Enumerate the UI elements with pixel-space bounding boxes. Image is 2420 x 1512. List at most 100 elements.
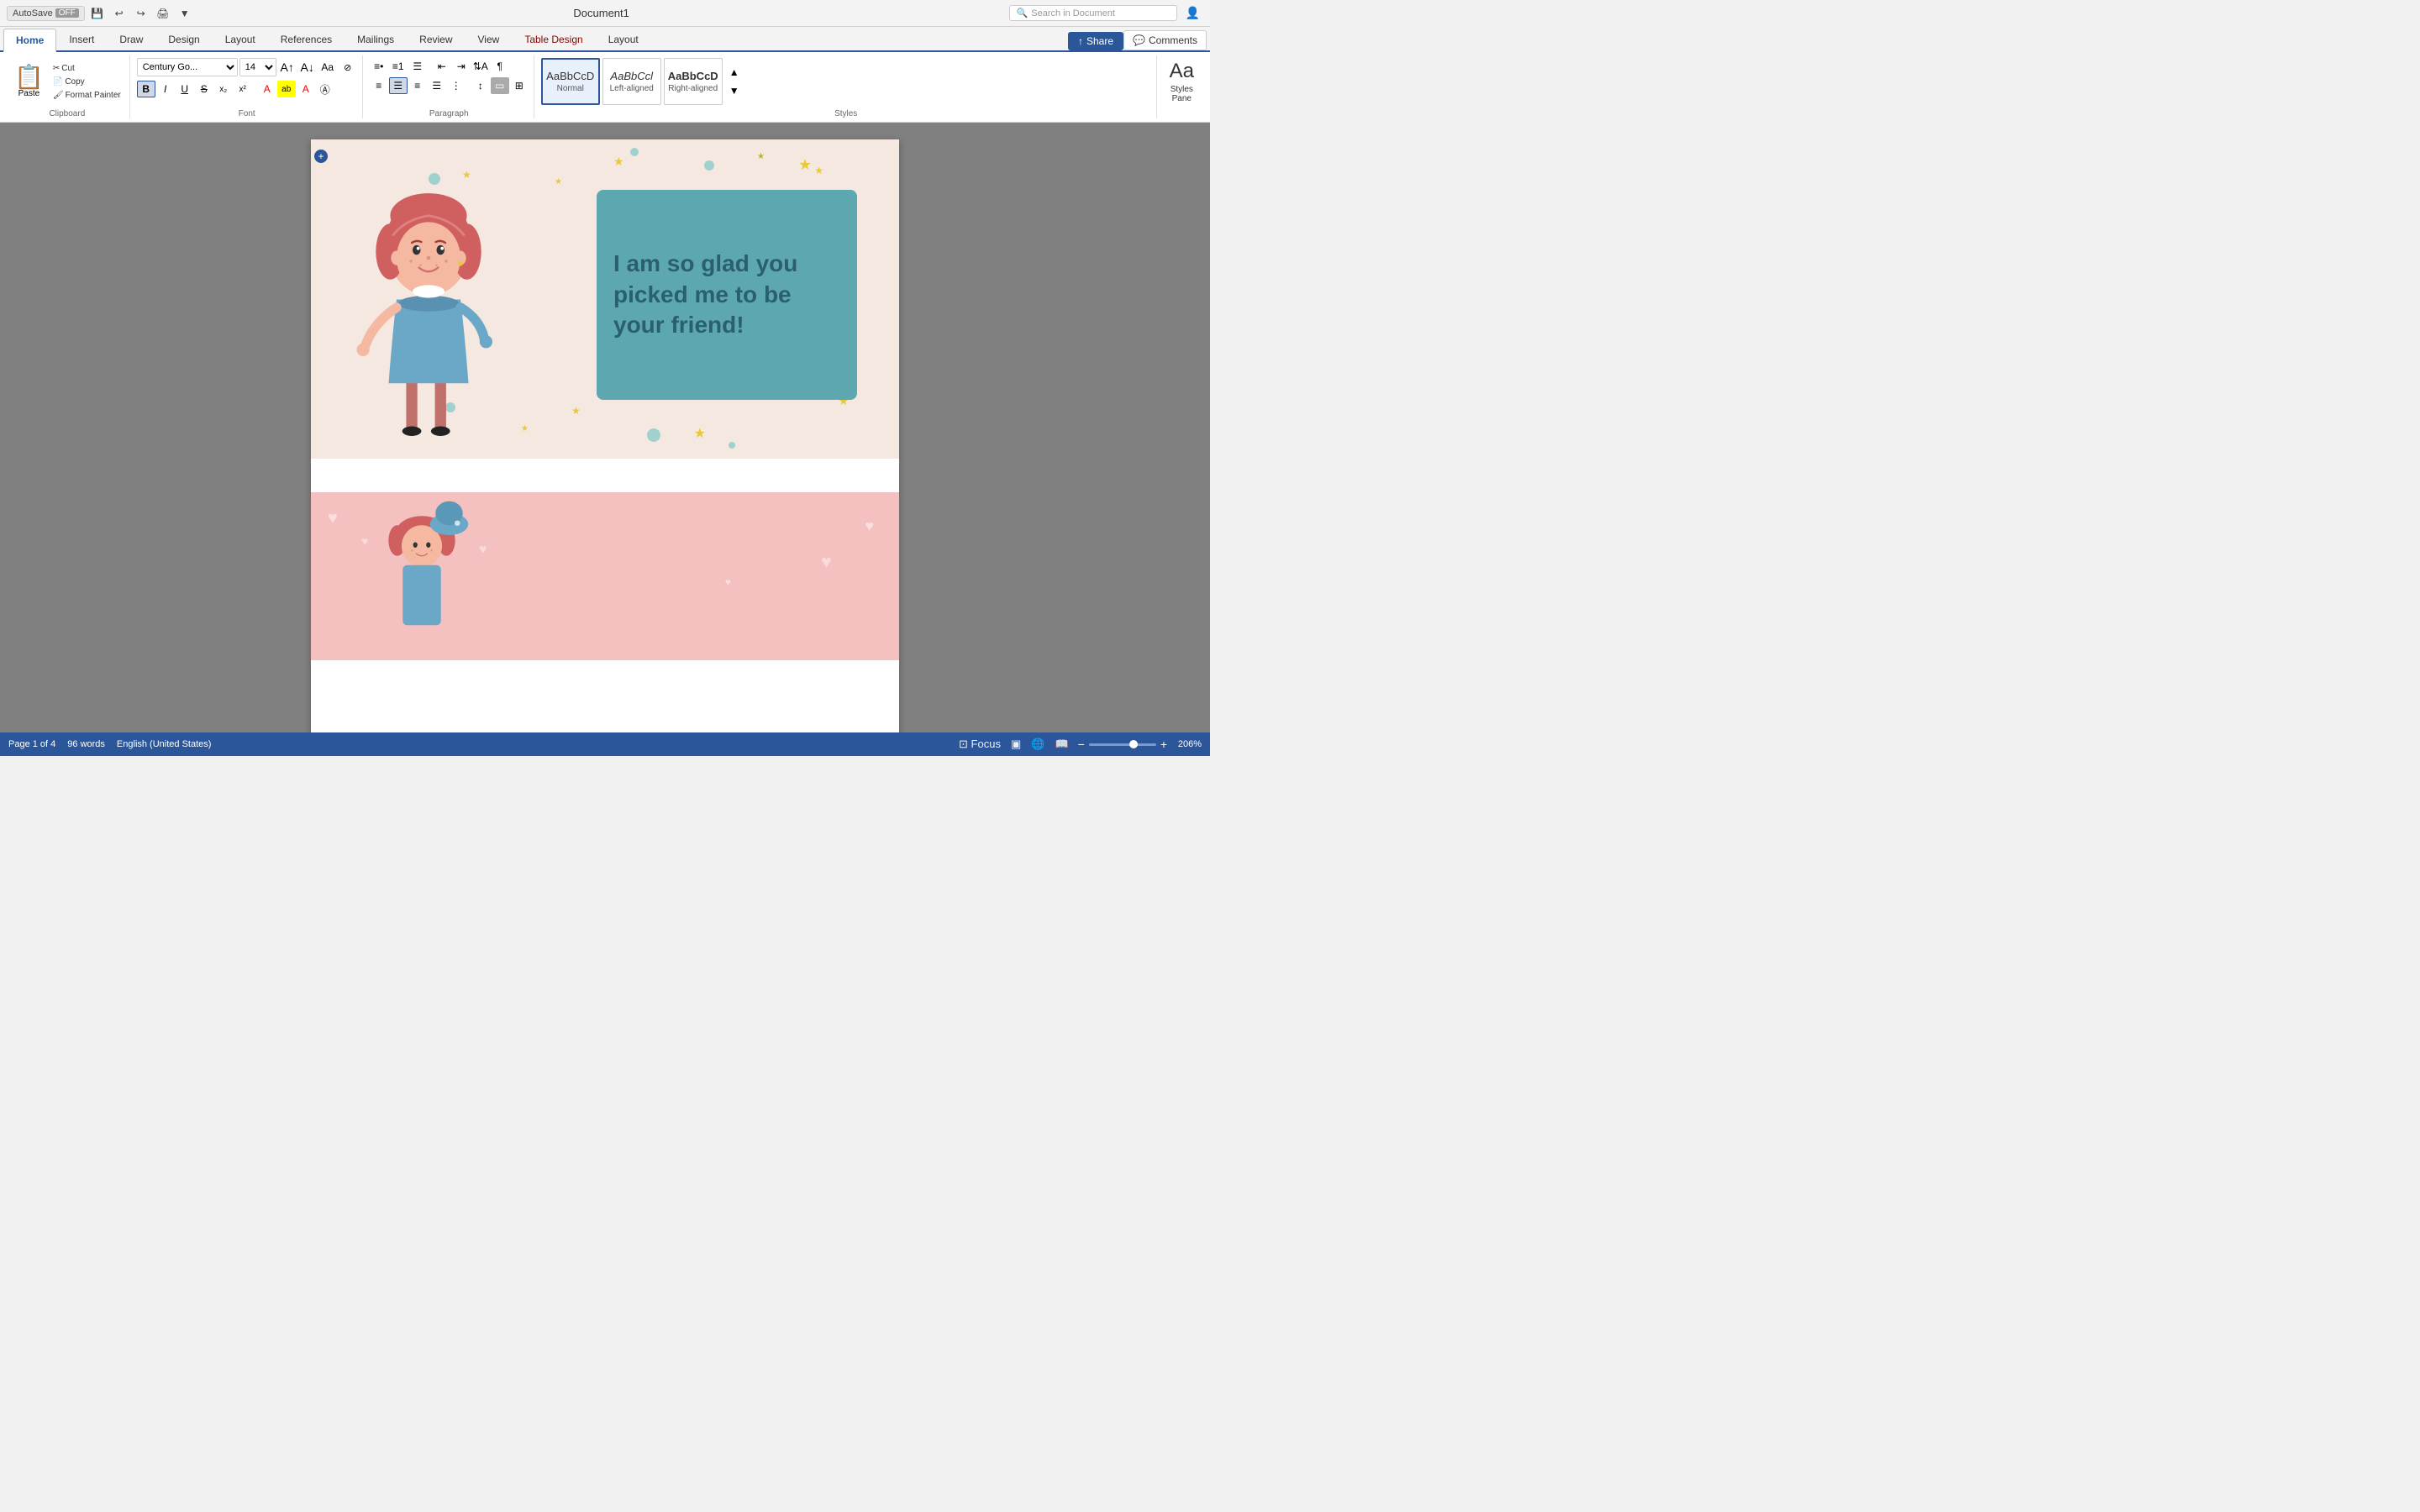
tab-mailings[interactable]: Mailings (345, 27, 407, 50)
text-effects-button[interactable]: Ⓐ (316, 81, 334, 97)
sort-button[interactable]: ⇅A (471, 58, 490, 75)
clear-formatting-button[interactable]: ⊘ (339, 59, 357, 76)
tab-table-design[interactable]: Table Design (512, 27, 595, 50)
print-button[interactable]: 🖨 (154, 4, 172, 23)
italic-button[interactable]: I (156, 81, 175, 97)
align-center-button[interactable]: ☰ (389, 77, 408, 94)
girl-svg (349, 165, 508, 450)
justify-button[interactable]: ☰ (428, 77, 446, 94)
zoom-in-button[interactable]: + (1159, 738, 1169, 751)
comments-button[interactable]: 💬 Comments (1123, 30, 1207, 50)
girl-illustration (336, 148, 521, 450)
align-extra-button[interactable]: ⋮ (447, 77, 466, 94)
superscript-button[interactable]: x² (234, 81, 252, 97)
redo-button[interactable]: ↪ (132, 4, 150, 23)
bullet-list-button[interactable]: ≡• (370, 58, 388, 75)
search-icon: 🔍 (1017, 8, 1028, 18)
paste-button[interactable]: 📋 Paste (10, 63, 48, 101)
tab-draw[interactable]: Draw (107, 27, 155, 50)
align-left-button[interactable]: ≡ (370, 77, 388, 94)
indent-button[interactable]: ⇥ (452, 58, 471, 75)
font-family-select[interactable]: Century Go... (137, 58, 238, 76)
document-area[interactable]: + ★ ★ ★ ★ ★ ★ ★ ★ ★ ★ ★ (0, 123, 1210, 732)
strikethrough-button[interactable]: S (195, 81, 213, 97)
account-button[interactable]: 👤 (1182, 4, 1203, 22)
tab-review[interactable]: Review (407, 27, 465, 50)
number-list-button[interactable]: ≡1 (389, 58, 408, 75)
style-normal-name: Normal (557, 84, 584, 93)
styles-down-button[interactable]: ▼ (725, 82, 744, 99)
copy-button[interactable]: 📄Copy (50, 76, 124, 88)
font-color-button[interactable]: A (258, 81, 276, 97)
tab-insert[interactable]: Insert (56, 27, 107, 50)
decrease-font-button[interactable]: A↓ (298, 59, 317, 76)
focus-button[interactable]: ⊡ Focus (956, 737, 1003, 752)
format-painter-button[interactable]: 🖌Format Painter (50, 89, 124, 102)
zoom-slider[interactable] (1089, 743, 1156, 746)
tab-view[interactable]: View (466, 27, 513, 50)
status-bar: Page 1 of 4 96 words English (United Sta… (0, 732, 1210, 756)
styles-pane-button[interactable]: Aa StylesPane (1164, 55, 1200, 108)
add-row-button[interactable]: + (314, 150, 328, 163)
show-formatting-button[interactable]: ¶ (491, 58, 509, 75)
search-box[interactable]: 🔍 Search in Document (1009, 5, 1177, 21)
style-right-name: Right-aligned (668, 84, 718, 93)
print-layout-button[interactable]: ▣ (1008, 737, 1023, 752)
style-left-aligned[interactable]: AaBbCcl Left-aligned (602, 58, 661, 105)
read-mode-button[interactable]: 📖 (1052, 737, 1071, 752)
cut-icon: ✂ (53, 64, 60, 73)
ribbon-tabs: Home Insert Draw Design Layout Reference… (0, 27, 1210, 52)
undo-button[interactable]: ↩ (110, 4, 129, 23)
borders-button[interactable]: ⊞ (510, 77, 529, 94)
zoom-level: 206% (1171, 739, 1202, 749)
language-label: English (United States) (117, 739, 212, 749)
bold-button[interactable]: B (137, 81, 155, 97)
heart-3: ♥ (865, 517, 874, 535)
tab-home[interactable]: Home (3, 29, 56, 52)
autosave-toggle[interactable]: OFF (55, 8, 79, 18)
align-right-button[interactable]: ≡ (408, 77, 427, 94)
line-spacing-button[interactable]: ↕ (471, 77, 490, 94)
title-bar-left: AutoSave OFF 💾 ↩ ↪ 🖨 ▼ (7, 4, 194, 23)
change-case-button[interactable]: Aa (318, 59, 337, 76)
document-title: Document1 (194, 7, 1009, 19)
highlight-button[interactable]: ab (277, 81, 296, 97)
style-right-aligned[interactable]: AaBbCcD Right-aligned (664, 58, 723, 105)
styles-up-button[interactable]: ▲ (725, 64, 744, 81)
tab-layout-2[interactable]: Layout (596, 27, 651, 50)
cut-button[interactable]: ✂Cut (50, 62, 124, 75)
save-button[interactable]: 💾 (88, 4, 107, 23)
search-placeholder: Search in Document (1031, 8, 1115, 18)
subscript-button[interactable]: x₂ (214, 81, 233, 97)
paragraph-group: ≡• ≡1 ☰ ⇤ ⇥ ⇅A ¶ ≡ ☰ ≡ ☰ ⋮ ↕ ▭ ⊞ Paragra (365, 55, 534, 118)
autosave-badge[interactable]: AutoSave OFF (7, 6, 85, 21)
multilevel-list-button[interactable]: ☰ (408, 58, 427, 75)
styles-pane-label: StylesPane (1171, 85, 1193, 103)
format-row: B I U S x₂ x² A ab A Ⓐ (137, 81, 357, 97)
style-normal[interactable]: AaBbCcD Normal (541, 58, 600, 105)
zoom-out-button[interactable]: − (1076, 738, 1086, 751)
shading-button[interactable]: ▭ (491, 77, 509, 94)
web-layout-button[interactable]: 🌐 (1028, 737, 1047, 752)
tab-references[interactable]: References (268, 27, 345, 50)
format-painter-icon: 🖌 (53, 91, 64, 100)
style-right-preview: AaBbCcD (668, 70, 718, 82)
clipboard-content: 📋 Paste ✂Cut 📄Copy 🖌Format Painter (10, 55, 124, 108)
tab-layout[interactable]: Layout (213, 27, 268, 50)
underline-button[interactable]: U (176, 81, 194, 97)
customize-button[interactable]: ▼ (176, 4, 194, 23)
styles-pane-group: Aa StylesPane (1159, 55, 1205, 118)
dot-3 (704, 160, 714, 171)
tab-design[interactable]: Design (155, 27, 212, 50)
style-left-preview: AaBbCcl (610, 70, 653, 82)
increase-font-button[interactable]: A↑ (278, 59, 297, 76)
share-icon: ↑ (1078, 35, 1083, 47)
star-11: ★ (757, 152, 765, 161)
text-color-button[interactable]: A (297, 81, 315, 97)
font-size-select[interactable]: 14 (239, 58, 276, 76)
share-label: Share (1086, 35, 1113, 47)
share-button[interactable]: ↑ Share (1068, 32, 1123, 50)
dot-2 (630, 148, 639, 156)
status-left: Page 1 of 4 96 words English (United Sta… (8, 739, 211, 749)
outdent-button[interactable]: ⇤ (433, 58, 451, 75)
